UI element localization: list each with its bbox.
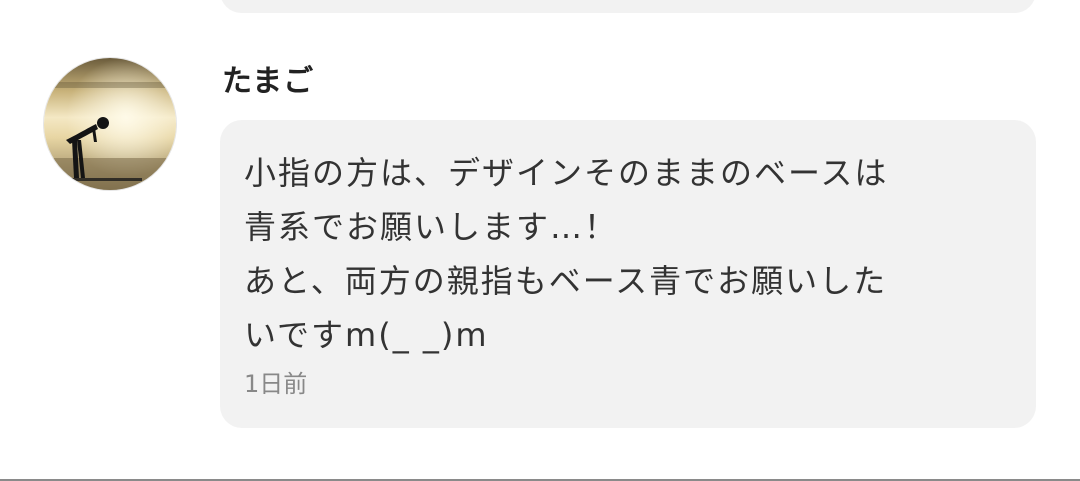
comment-timestamp: 1日前 xyxy=(244,370,308,398)
comment-message-line: あと、両方の親指もベース青でお願いした xyxy=(244,262,888,300)
comment-message: 小指の方は、デザインそのままのベースは 青系でお願いします…！ あと、両方の親指… xyxy=(244,146,1014,362)
comment-message-line: 小指の方は、デザインそのままのベースは xyxy=(244,154,889,192)
comment-message-line: いですm(_ _)m xyxy=(244,316,489,354)
avatar-silhouette-icon xyxy=(44,58,176,190)
user-avatar[interactable] xyxy=(44,58,176,190)
previous-comment-bubble xyxy=(220,0,1036,13)
comment-message-line: 青系でお願いします…！ xyxy=(244,208,619,246)
comment-username[interactable]: たまご xyxy=(222,62,314,102)
comment-bubble: 小指の方は、デザインそのままのベースは 青系でお願いします…！ あと、両方の親指… xyxy=(220,120,1036,428)
